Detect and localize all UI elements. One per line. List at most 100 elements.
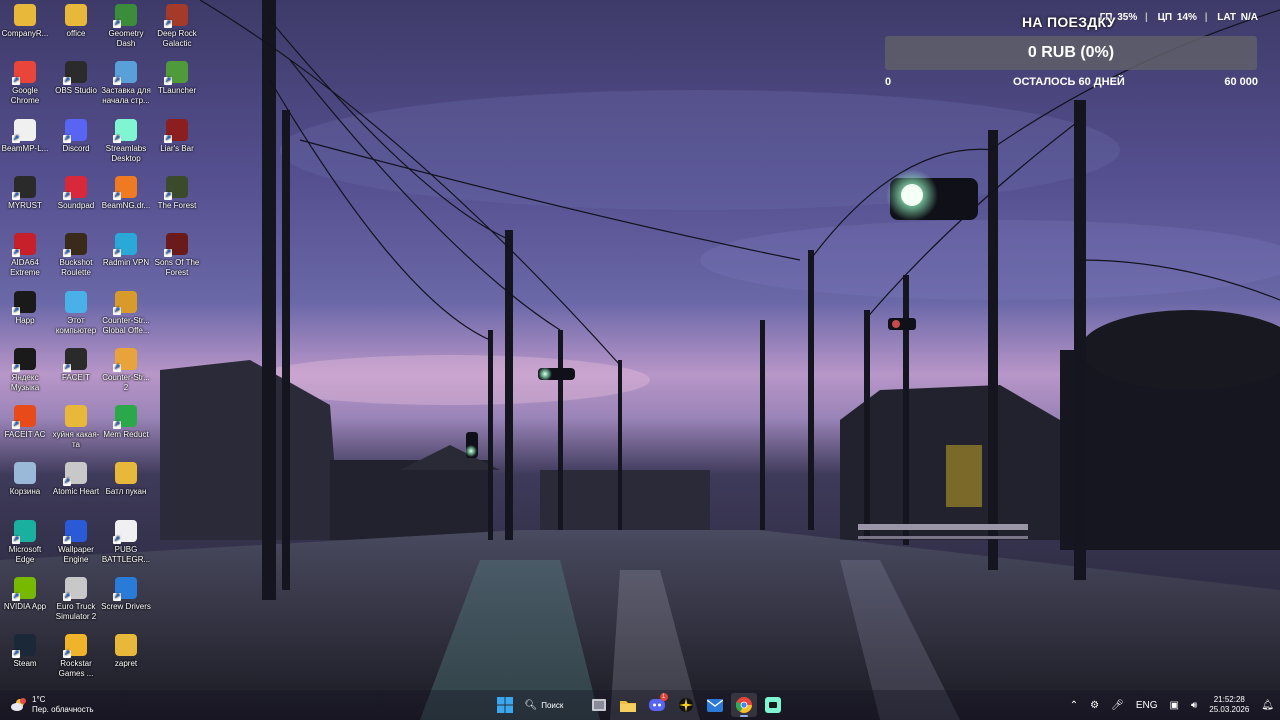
desktop-icon[interactable]: ↗ Counter-Str... Global Offe... — [101, 290, 151, 336]
recycle-bin-icon — [14, 462, 36, 485]
notification-icon[interactable]: 🔔︎ — [1261, 700, 1274, 711]
folder-icon — [65, 4, 87, 26]
desktop-icon[interactable]: ↗ FACEIT AC — [0, 405, 50, 440]
desktop-icon-label: Rockstar Games ... — [58, 659, 94, 679]
task-view-button[interactable] — [586, 693, 612, 717]
desktop-icon[interactable]: ↗ Discord — [51, 118, 101, 154]
steam-tray-icon[interactable]: ⚙ — [1090, 700, 1099, 711]
system-stats: ГП 35% | ЦП 14% | LAT N/A — [1099, 12, 1258, 23]
volume-icon[interactable]: 🔊︎ — [1191, 700, 1197, 711]
desktop-icon[interactable]: ↗ Заставка для начала стр... — [101, 61, 151, 106]
desktop-icon[interactable]: ↗ Euro Truck Simulator 2 — [51, 577, 101, 622]
wallpaper-engine-icon: ↗ — [63, 519, 87, 544]
chevron-up-icon[interactable]: ⌃ — [1070, 700, 1078, 711]
desktop-icon[interactable]: ↗ Deep Rock Galactic — [152, 4, 202, 49]
chrome-icon — [735, 697, 752, 713]
liars-bar-icon: ↗ — [164, 118, 188, 143]
folder-icon — [65, 405, 87, 428]
desktop-icon-label: Atomic Heart — [52, 487, 100, 497]
beamng-icon: ↗ — [113, 175, 137, 200]
csgo-icon: ↗ — [113, 290, 137, 315]
desktop-icon-label: BeamNG.dr... — [101, 200, 151, 210]
desktop-icon[interactable]: ↗ Яндекс Музыка — [0, 347, 50, 393]
desktop-icon-label: OBS Studio — [55, 86, 97, 96]
desktop-icon[interactable]: ↗ Screw Drivers — [101, 577, 151, 612]
desktop-icon[interactable]: ↗ Soundpad — [51, 175, 101, 211]
desktop-icon[interactable]: ↗ BeamMP-L... — [0, 118, 50, 154]
yandex-music-icon: ↗ — [12, 347, 36, 372]
taskbar-discord[interactable]: 1 — [644, 693, 670, 717]
desktop-icon[interactable]: хуйня какая-та — [51, 405, 101, 450]
yandex-music-icon — [678, 698, 693, 712]
cloudy-weather-icon — [10, 698, 26, 712]
desktop-icon[interactable]: ↗ OBS Studio — [51, 61, 101, 96]
desktop-icon[interactable]: Корзина — [0, 462, 50, 497]
desktop-icon[interactable]: ↗ Streamlabs Desktop — [101, 118, 151, 164]
desktop-icon[interactable]: ↗ Liar's Bar — [152, 118, 202, 154]
desktop-icon[interactable]: office — [51, 4, 101, 39]
desktop-icon-label: Counter-Str... 2 — [102, 372, 150, 392]
desktop-icon[interactable]: ↗ FACEIT — [51, 347, 101, 383]
screensaver-icon: ↗ — [113, 61, 137, 86]
desktop-icon-label: zapret — [114, 659, 138, 669]
desktop-icon[interactable]: CompanyR... — [0, 4, 50, 39]
microphone-icon[interactable]: 🎤︎ — [1111, 700, 1124, 711]
desktop-icon[interactable]: ↗ Radmin VPN — [101, 233, 151, 268]
desktop-icon-label: Geometry Dash — [108, 29, 144, 48]
folder-icon — [14, 4, 36, 26]
desktop-icon[interactable]: Батл пукан — [101, 462, 151, 497]
desktop-icon[interactable]: ↗ Rockstar Games ... — [51, 634, 101, 679]
language-indicator[interactable]: ENG — [1136, 700, 1158, 711]
taskbar-search[interactable]: 🔍︎ Поиск — [521, 693, 583, 717]
goal-min: 0 — [885, 76, 892, 88]
taskbar-mail[interactable] — [702, 693, 728, 717]
desktop-icon[interactable]: zapret — [101, 634, 151, 669]
desktop-icon[interactable]: ↗ Wallpaper Engine — [51, 519, 101, 565]
desktop-icon-label: TLauncher — [157, 86, 197, 96]
desktop-icon-label: Euro Truck Simulator 2 — [55, 602, 97, 621]
taskbar-chrome[interactable] — [730, 693, 757, 717]
desktop-icon[interactable]: ↗ Sons Of The Forest — [152, 233, 202, 278]
desktop-icon-label: AIDA64 Extreme — [10, 258, 40, 278]
desktop-icon[interactable]: ↗ Geometry Dash — [101, 4, 151, 49]
clock-date: 25.03.2026 — [1209, 705, 1250, 714]
trip-savings-widget: ГП 35% | ЦП 14% | LAT N/A НА ПОЕЗДКУ 0 R… — [880, 8, 1268, 98]
deep-rock-galactic-icon: ↗ — [164, 4, 188, 28]
clock[interactable]: 21:52:28 25.03.2026 — [1209, 695, 1249, 715]
desktop-icon-label: Screw Drivers — [101, 602, 151, 611]
weather-temp: 1°C — [32, 695, 46, 704]
desktop-icon[interactable]: ↗ Buckshot Roulette — [51, 233, 101, 278]
network-icon[interactable]: ▣ — [1169, 700, 1178, 711]
desktop-icon-label: Заставка для начала стр... — [101, 86, 151, 106]
mem-reduct-icon: ↗ — [113, 405, 137, 430]
taskbar-yandex-music[interactable] — [673, 693, 699, 717]
goal-progress-bar: 0 RUB (0%) — [885, 36, 1257, 70]
sons-of-the-forest-icon: ↗ — [164, 233, 188, 258]
desktop-icon-label: Soundpad — [57, 200, 95, 210]
taskbar-file-explorer[interactable] — [615, 693, 641, 717]
desktop-icon[interactable]: ↗ NVIDIA App — [0, 577, 50, 612]
desktop-icon[interactable]: ↗ Happ — [0, 290, 50, 326]
myrust-icon: ↗ — [12, 175, 36, 200]
desktop-icon[interactable]: ↗ AIDA64 Extreme — [0, 233, 50, 278]
start-button[interactable] — [492, 693, 518, 717]
desktop-icon-label: Батл пукан — [105, 487, 147, 497]
desktop-icon[interactable]: ↗ Microsoft Edge — [0, 519, 50, 565]
desktop-icon[interactable]: ↗ The Forest — [152, 175, 202, 211]
desktop-icon[interactable]: ↗ BeamNG.dr... — [101, 175, 151, 211]
desktop-icon[interactable]: ↗ PUBG BATTLEGR... — [101, 519, 151, 565]
desktop-icon[interactable]: Этот компьютер — [51, 290, 101, 336]
desktop-icon[interactable]: ↗ Mem Reduct — [101, 405, 151, 440]
weather-widget[interactable]: 1°C Пер. облачность — [10, 694, 94, 716]
radmin-vpn-icon: ↗ — [113, 233, 137, 258]
desktop-icon[interactable]: ↗ TLauncher — [152, 61, 202, 96]
desktop-icon[interactable]: ↗ Atomic Heart — [51, 462, 101, 497]
desktop-icon[interactable]: ↗ Steam — [0, 634, 50, 669]
desktop-icon[interactable]: ↗ Google Chrome — [0, 61, 50, 106]
taskbar-streamlabs[interactable] — [760, 693, 786, 717]
discord-icon: ↗ — [63, 118, 87, 143]
goal-max: 60 000 — [1224, 76, 1258, 88]
desktop-icon[interactable]: ↗ Counter-Str... 2 — [101, 347, 151, 393]
desktop-icon[interactable]: ↗ MYRUST — [0, 175, 50, 211]
desktop-icon-label: office — [66, 29, 86, 38]
